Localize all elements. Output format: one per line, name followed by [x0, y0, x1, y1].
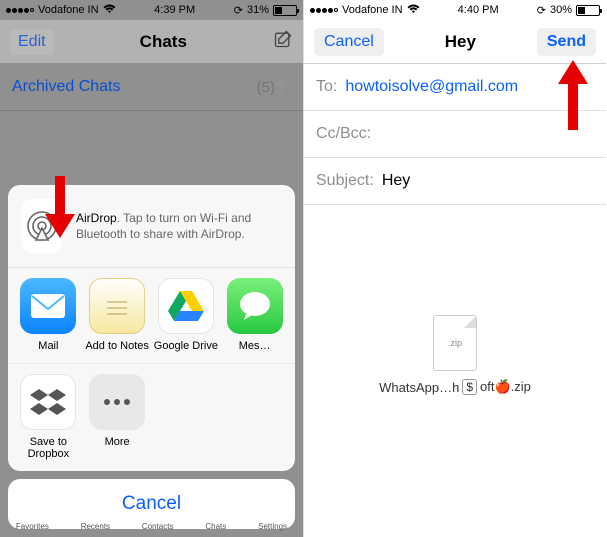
subject-value: Hey [382, 172, 410, 190]
airdrop-row[interactable]: AirDrop. Tap to turn on Wi-Fi and Blueto… [8, 185, 295, 268]
lock-icon: ⟳ [537, 4, 546, 17]
share-app-messages[interactable]: Mes… [220, 278, 289, 353]
dropbox-icon [20, 374, 76, 430]
google-drive-icon [158, 278, 214, 334]
to-field[interactable]: To: howtoisolve@gmail.com [304, 64, 606, 111]
right-screenshot: Vodafone IN 4:40 PM ⟳ 30% Cancel Hey Sen… [303, 0, 606, 537]
zip-file-icon: .zip [433, 315, 477, 371]
page-title: Hey [445, 32, 476, 52]
share-app-mail[interactable]: Mail [14, 278, 83, 353]
subject-field[interactable]: Subject: Hey [304, 158, 606, 205]
share-row-1: Mail Add to Notes Google Drive [8, 268, 295, 363]
carrier-label: Vodafone IN [342, 4, 403, 16]
messages-icon [227, 278, 283, 334]
left-screenshot: Vodafone IN 4:39 PM ⟳ 31% Edit Chats Arc… [0, 0, 303, 537]
attachment[interactable]: .zip WhatsApp…h $ oft🍎.zip [304, 315, 606, 395]
airdrop-icon [22, 199, 62, 253]
battery-percent: 30% [550, 4, 572, 16]
share-row-2: Save to Dropbox More [8, 363, 295, 471]
time-label: 4:40 PM [458, 4, 499, 16]
airdrop-text: AirDrop. Tap to turn on Wi-Fi and Blueto… [76, 210, 281, 242]
cc-bcc-field[interactable]: Cc/Bcc: [304, 111, 606, 158]
send-button[interactable]: Send [537, 28, 596, 56]
mail-icon [20, 278, 76, 334]
to-value: howtoisolve@gmail.com [345, 78, 518, 96]
cancel-button[interactable]: Cancel [314, 28, 384, 56]
attachment-name: WhatsApp…h $ oft🍎.zip [304, 379, 606, 395]
share-app-gdrive[interactable]: Google Drive [152, 278, 221, 353]
share-app-notes[interactable]: Add to Notes [83, 278, 152, 353]
wifi-icon [407, 4, 420, 17]
nav-bar: Cancel Hey Send [304, 20, 606, 64]
share-app-more[interactable]: More [83, 374, 152, 461]
status-bar: Vodafone IN 4:40 PM ⟳ 30% [304, 0, 606, 20]
notes-icon [89, 278, 145, 334]
battery-icon [576, 5, 600, 16]
share-sheet: AirDrop. Tap to turn on Wi-Fi and Blueto… [8, 185, 295, 529]
tab-bar: FavoritesRecentsContactsChatsSettings [0, 519, 303, 537]
share-app-dropbox[interactable]: Save to Dropbox [14, 374, 83, 461]
more-icon [89, 374, 145, 430]
